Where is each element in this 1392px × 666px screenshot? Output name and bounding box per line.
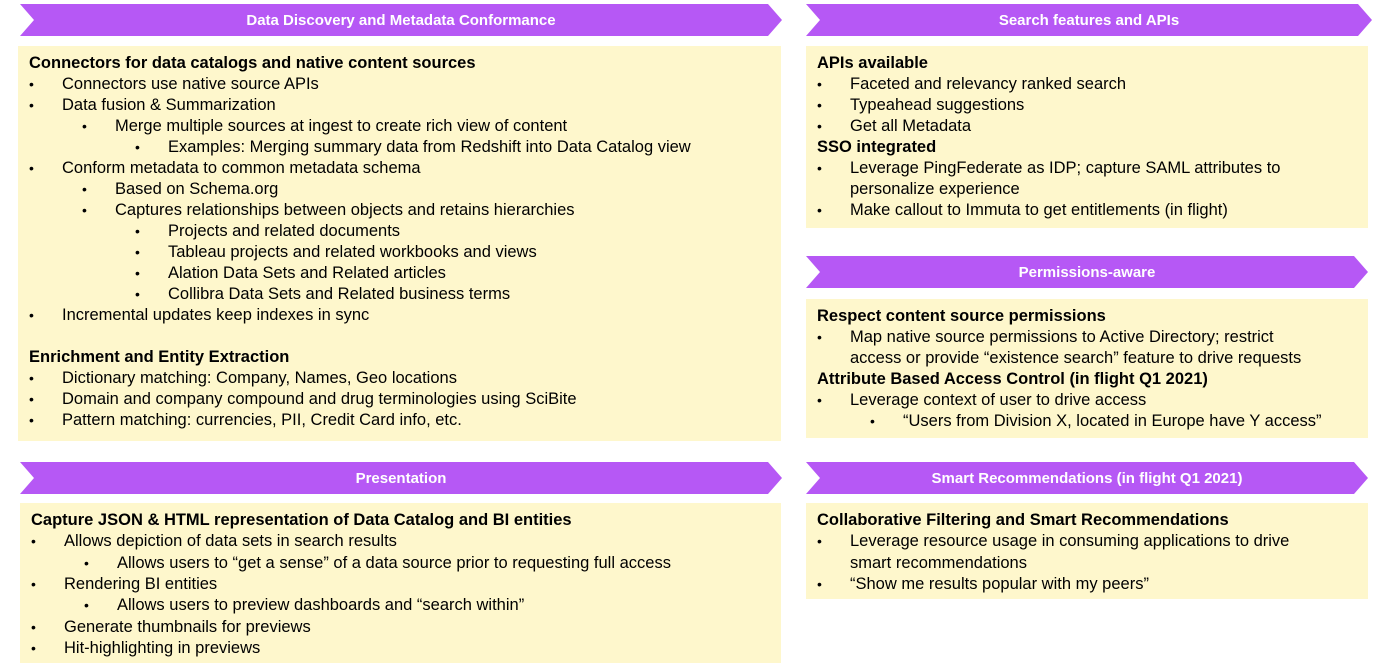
bullet-icon: •	[31, 533, 36, 550]
bullet-text: Data fusion & Summarization	[62, 96, 276, 114]
bullet-text: “Users from Division X, located in Europ…	[903, 412, 1322, 430]
bullet-icon: •	[135, 286, 140, 302]
bullet-text: Leverage context of user to drive access	[850, 391, 1147, 409]
heading-text: Enrichment and Entity Extraction	[29, 348, 290, 366]
bullet-text: access or provide “existence search” fea…	[850, 349, 1302, 367]
section-title: Data Discovery and Metadata Conformance	[246, 11, 556, 29]
bullet-icon: •	[84, 597, 89, 614]
bullet-text: Dictionary matching: Company, Names, Geo…	[62, 369, 457, 387]
panel-permissions: Respect content source permissions • Map n…	[806, 299, 1368, 438]
section-banner-discovery: Data Discovery and Metadata Conformance	[20, 4, 782, 36]
bullet-icon: •	[29, 76, 34, 92]
bullet-text: Generate thumbnails for previews	[64, 617, 311, 636]
bullet-icon: •	[817, 160, 822, 176]
bullet-text: Leverage PingFederate as IDP; capture SA…	[850, 159, 1281, 177]
bullet-text: Leverage resource usage in consuming app…	[850, 532, 1290, 551]
heading-text: Respect content source permissions	[817, 307, 1106, 325]
bullet-text: Domain and company compound and drug ter…	[62, 390, 577, 408]
bullet-icon: •	[82, 118, 87, 134]
bullet-text: Pattern matching: currencies, PII, Credi…	[62, 411, 462, 429]
bullet-text: Rendering BI entities	[64, 574, 218, 593]
bullet-text: Allows users to preview dashboards and “…	[117, 596, 525, 615]
bullet-text: “Show me results popular with my peers”	[850, 574, 1149, 593]
heading-text: Collaborative Filtering and Smart Recomm…	[817, 511, 1229, 529]
bullet-text: Map native source permissions to Active …	[850, 328, 1274, 346]
heading-text: Attribute Based Access Control (in fligh…	[817, 370, 1208, 388]
bullet-text: Merge multiple sources at ingest to crea…	[115, 117, 568, 135]
bullet-text: Connectors use native source APIs	[62, 75, 319, 93]
bullet-icon: •	[29, 391, 34, 407]
section-title: Smart Recommendations (in flight Q1 2021…	[931, 469, 1243, 487]
panel-smart: Collaborative Filtering and Smart Recomm…	[806, 503, 1368, 599]
bullet-text: Projects and related documents	[168, 222, 401, 240]
bullet-text: Faceted and relevancy ranked search	[850, 75, 1127, 93]
bullet-icon: •	[31, 618, 36, 635]
bullet-icon: •	[135, 244, 140, 260]
section-title: Permissions-aware	[1018, 263, 1156, 281]
bullet-text: Get all Metadata	[850, 117, 972, 135]
bullet-text: Alation Data Sets and Related articles	[168, 264, 446, 282]
heading-text: Connectors for data catalogs and native …	[29, 54, 476, 72]
section-title: Search features and APIs	[998, 11, 1180, 29]
bullet-icon: •	[817, 118, 822, 134]
bullet-text: personalize experience	[850, 180, 1020, 198]
bullet-icon: •	[817, 202, 822, 218]
heading-text: SSO integrated	[817, 138, 937, 156]
bullet-text: smart recommendations	[850, 553, 1027, 572]
bullet-text: Tableau projects and related workbooks a…	[168, 243, 537, 261]
bullet-text: Incremental updates keep indexes in sync	[62, 306, 370, 324]
section-title: Presentation	[355, 469, 447, 487]
bullet-text: Allows users to “get a sense” of a data …	[117, 553, 671, 572]
bullet-icon: •	[31, 639, 36, 656]
section-banner-search: Search features and APIs	[806, 4, 1372, 36]
bullet-icon: •	[817, 533, 822, 550]
bullet-icon: •	[29, 160, 34, 176]
bullet-text: Conform metadata to common metadata sche…	[62, 159, 421, 177]
bullet-icon: •	[29, 97, 34, 113]
bullet-icon: •	[817, 76, 822, 92]
bullet-text: Examples: Merging summary data from Reds…	[168, 138, 691, 156]
bullet-icon: •	[135, 139, 140, 155]
bullet-text: Based on Schema.org	[115, 180, 279, 198]
bullet-icon: •	[817, 575, 822, 592]
bullet-icon: •	[817, 392, 822, 408]
bullet-text: Collibra Data Sets and Related business …	[168, 285, 511, 303]
bullet-icon: •	[29, 307, 34, 323]
bullet-text: Hit-highlighting in previews	[64, 638, 261, 657]
bullet-text: Captures relationships between objects a…	[115, 201, 575, 219]
bullet-icon: •	[870, 413, 875, 429]
panel-search: APIs available • Faceted and relevancy ran…	[806, 46, 1368, 228]
bullet-icon: •	[29, 370, 34, 386]
bullet-icon: •	[31, 575, 36, 592]
bullet-text: Typeahead suggestions	[850, 96, 1025, 114]
bullet-icon: •	[84, 554, 89, 571]
bullet-text: Allows depiction of data sets in search …	[64, 532, 397, 551]
section-banner-smart: Smart Recommendations (in flight Q1 2021…	[806, 462, 1368, 494]
bullet-text: Make callout to Immuta to get entitlemen…	[850, 201, 1228, 219]
bullet-icon: •	[82, 202, 87, 218]
bullet-icon: •	[29, 412, 34, 428]
section-banner-permissions: Permissions-aware	[806, 256, 1368, 288]
bullet-icon: •	[82, 181, 87, 197]
bullet-icon: •	[135, 223, 140, 239]
panel-presentation: Capture JSON & HTML representation of Da…	[20, 503, 781, 663]
section-banner-presentation: Presentation	[20, 462, 782, 494]
bullet-icon: •	[817, 329, 822, 345]
heading-text: Capture JSON & HTML representation of Da…	[31, 511, 572, 529]
bullet-icon: •	[817, 97, 822, 113]
panel-discovery: Connectors for data catalogs and native …	[18, 46, 781, 441]
bullet-icon: •	[135, 265, 140, 281]
heading-text: APIs available	[817, 54, 928, 72]
